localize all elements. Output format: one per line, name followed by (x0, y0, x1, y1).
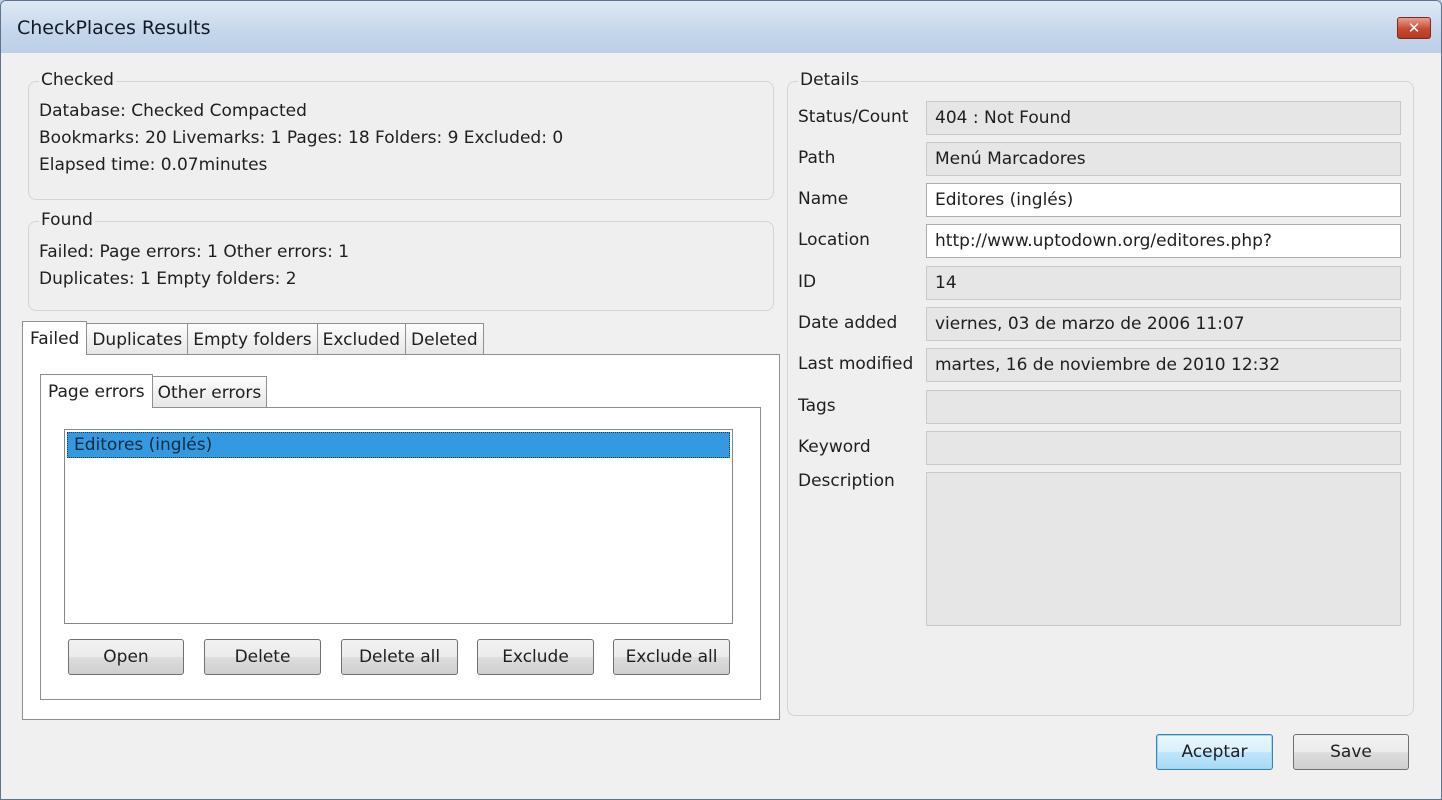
close-icon: ✕ (1407, 19, 1421, 37)
exclude-all-button[interactable]: Exclude all (613, 639, 730, 675)
tab-deleted[interactable]: Deleted (405, 323, 484, 355)
id-label: ID (798, 272, 817, 292)
tab-excluded[interactable]: Excluded (316, 323, 407, 355)
delete-all-button[interactable]: Delete all (341, 639, 458, 675)
page-errors-panel: Editores (inglés) Open Delete Delete all… (40, 407, 761, 700)
last-modified-label: Last modified (798, 354, 914, 374)
status-count-label: Status/Count (798, 107, 909, 127)
keyword-field[interactable] (926, 431, 1401, 465)
database-status: Database: Checked Compacted (39, 101, 307, 121)
location-field[interactable]: http://www.uptodown.org/editores.php? (926, 224, 1401, 258)
details-group-title: Details (798, 70, 861, 90)
result-tabs: Failed Duplicates Empty folders Excluded… (22, 319, 484, 355)
keyword-label: Keyword (798, 437, 871, 457)
delete-button[interactable]: Delete (204, 639, 321, 675)
page-errors-list[interactable]: Editores (inglés) (64, 429, 733, 624)
path-label: Path (798, 148, 836, 168)
date-added-label: Date added (798, 313, 898, 333)
name-label: Name (798, 189, 849, 209)
exclude-button[interactable]: Exclude (477, 639, 594, 675)
description-label: Description (798, 471, 895, 491)
open-button[interactable]: Open (68, 639, 184, 675)
checkplaces-results-window: CheckPlaces Results ✕ Checked Database: … (0, 0, 1442, 800)
date-added-field[interactable]: viernes, 03 de marzo de 2006 11:07 (926, 307, 1401, 341)
id-field[interactable]: 14 (926, 266, 1401, 300)
found-group-title: Found (39, 210, 95, 230)
duplicate-counts: Duplicates: 1 Empty folders: 2 (39, 269, 297, 289)
window-title: CheckPlaces Results (17, 17, 211, 39)
found-group: Found Failed: Page errors: 1 Other error… (28, 210, 774, 311)
location-label: Location (798, 230, 870, 250)
tab-empty-folders[interactable]: Empty folders (187, 323, 318, 355)
details-group: Details Status/Count 404 : Not Found Pat… (787, 70, 1414, 716)
save-button[interactable]: Save (1293, 734, 1409, 770)
elapsed-time: Elapsed time: 0.07minutes (39, 155, 268, 175)
dialog-body: Checked Database: Checked Compacted Book… (8, 53, 1436, 794)
tab-page-errors[interactable]: Page errors (40, 374, 153, 408)
bookmark-counts: Bookmarks: 20 Livemarks: 1 Pages: 18 Fol… (39, 128, 564, 148)
last-modified-field[interactable]: martes, 16 de noviembre de 2010 12:32 (926, 348, 1401, 382)
tab-other-errors[interactable]: Other errors (151, 376, 268, 408)
list-item[interactable]: Editores (inglés) (67, 432, 730, 458)
failed-subtabs: Page errors Other errors (40, 372, 268, 408)
checked-group-title: Checked (39, 70, 116, 90)
failed-counts: Failed: Page errors: 1 Other errors: 1 (39, 242, 350, 262)
failed-tab-panel: Page errors Other errors Editores (inglé… (22, 354, 780, 720)
tab-failed[interactable]: Failed (22, 321, 88, 355)
status-count-field[interactable]: 404 : Not Found (926, 101, 1401, 135)
title-bar[interactable]: CheckPlaces Results ✕ (1, 1, 1441, 53)
checked-group: Checked Database: Checked Compacted Book… (28, 70, 774, 200)
tags-field[interactable] (926, 390, 1401, 424)
close-button[interactable]: ✕ (1397, 17, 1431, 39)
path-field[interactable]: Menú Marcadores (926, 142, 1401, 176)
description-field[interactable] (926, 472, 1401, 626)
tags-label: Tags (798, 396, 836, 416)
tab-duplicates[interactable]: Duplicates (86, 323, 189, 355)
accept-button[interactable]: Aceptar (1156, 734, 1273, 770)
name-field[interactable]: Editores (inglés) (926, 183, 1401, 217)
